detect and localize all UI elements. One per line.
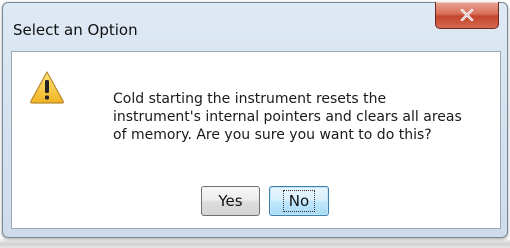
backdrop-shadow [0, 238, 510, 248]
message-text: Cold starting the instrument resets the … [113, 90, 483, 144]
no-button-label: No [282, 190, 316, 212]
title-bar[interactable]: Select an Option [3, 2, 507, 51]
message-line: instrument's internal pointers and clear… [113, 109, 462, 125]
message-line: of memory. Are you sure you want to do t… [113, 127, 432, 143]
dialog-content: Cold starting the instrument resets the … [11, 51, 501, 229]
message-dialog: Select an Option Cold starting the instr… [2, 2, 508, 238]
close-button[interactable] [435, 2, 499, 29]
yes-button-label: Yes [218, 192, 243, 210]
close-x-icon [460, 9, 474, 21]
message-line: Cold starting the instrument resets the [113, 91, 387, 107]
yes-button[interactable]: Yes [201, 186, 260, 216]
dialog-title: Select an Option [13, 21, 138, 39]
no-button[interactable]: No [269, 186, 329, 216]
warning-icon [30, 71, 64, 104]
